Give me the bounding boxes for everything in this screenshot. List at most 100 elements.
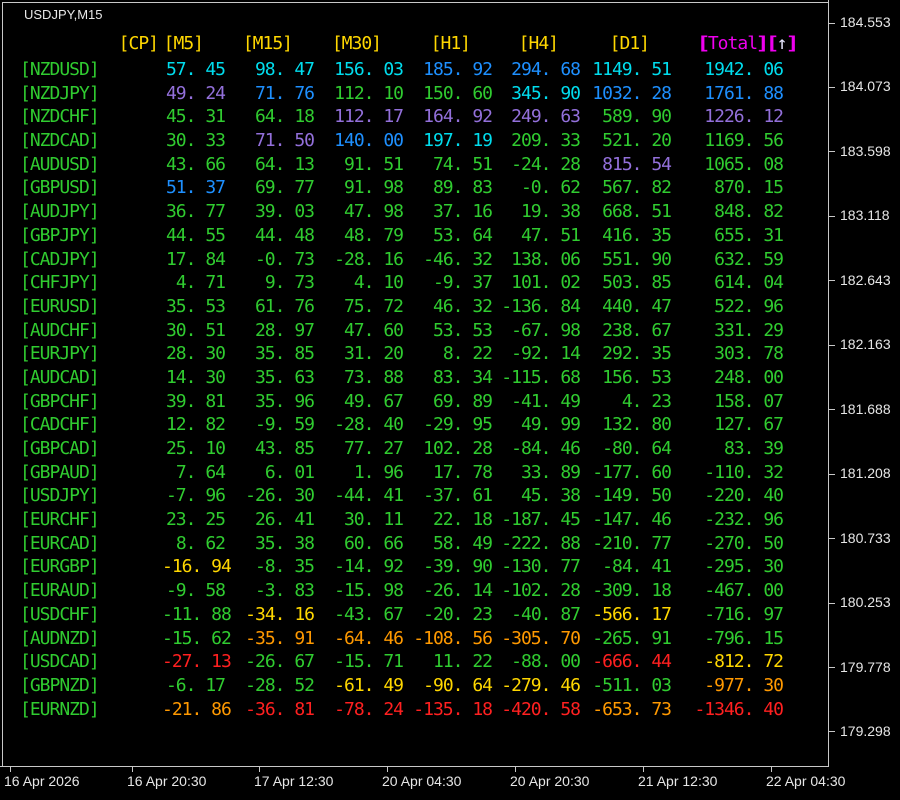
price-axis-tick [828,538,835,540]
value-cell: -78. 24 [334,698,404,720]
value-cell: -43. 67 [334,603,404,625]
column-header-total-sort[interactable]: [Total][↑] [671,30,799,58]
value-cell: 132. 80 [602,414,672,436]
table-row: [EURNZD] -21. 86 -36. 81 -78. 24 -135. 18 -42… [0,698,790,722]
table-row: [EURAUD] -9. 58 -3. 83 -15. 98 -26. 14 -102. … [0,579,790,603]
table-row: [NZDCAD] 30. 33 71. 50 140. 00 197. 19 209. 3… [0,129,790,153]
value-cell: -0. 62 [520,177,581,199]
price-axis-tick [828,344,835,346]
value-cell: 71. 50 [254,130,315,152]
value-cell: 31. 20 [343,343,404,365]
value-cell: -21. 86 [162,698,232,720]
value-cell: -265. 91 [592,627,672,649]
price-axis-tick [828,22,835,24]
value-cell: 158. 07 [714,390,784,412]
value-cell: -9. 58 [165,580,226,602]
value-cell: 53. 53 [432,319,493,341]
value-cell: -15. 62 [162,627,232,649]
value-cell: 57. 45 [165,59,226,80]
price-axis[interactable] [828,0,900,766]
value-cell: -420. 58 [501,698,581,720]
table-row: [CHFJPY] 4. 71 9. 73 4. 10 -9. 37 101. 02 503.… [0,271,790,295]
value-cell: -149. 50 [592,485,672,507]
price-label: 181.688 [840,400,891,417]
value-cell: 345. 90 [511,82,581,104]
bracket-icon: ] [784,33,800,54]
value-cell: -187. 45 [501,509,581,531]
chart-area[interactable]: [CP] [M5] [M15] [M30] [H1] [H4] [D1] [Total][↑]… [0,0,828,766]
value-cell: -6. 17 [165,674,226,696]
time-label: 16 Apr 2026 [4,773,80,789]
value-cell: 39. 81 [165,390,226,412]
value-cell: -11. 88 [162,603,232,625]
table-row: [GBPJPY] 44. 55 44. 48 48. 79 53. 64 47. 51 41… [0,224,790,248]
table-row: [GBPNZD] -6. 17 -28. 52 -61. 49 -90. 64 -279.… [0,674,790,698]
value-cell: -566. 17 [592,603,672,625]
pair-label: [AUDUSD] [20,153,100,175]
pair-label: [GBPUSD] [20,177,100,199]
value-cell: -61. 49 [334,674,404,696]
pair-label: [CADCHF] [20,414,100,436]
price-axis-tick [828,731,835,733]
value-cell: -0. 73 [254,248,315,270]
value-cell: 39. 03 [254,201,315,223]
column-header-m5: [M5] [163,33,204,54]
time-label: 22 Apr 04:30 [766,773,846,789]
table-row: [EURUSD] 35. 53 61. 76 75. 72 46. 32 -136. 84… [0,295,790,319]
value-cell: -16. 94 [162,556,232,578]
value-cell: 12. 82 [165,414,226,436]
value-cell: 1226. 12 [704,106,784,128]
value-cell: -222. 88 [501,532,581,554]
value-cell: 43. 66 [165,153,226,175]
value-cell: 22. 18 [432,509,493,531]
value-cell: -9. 59 [254,414,315,436]
value-cell: 127. 67 [714,414,784,436]
table-row: [NZDCHF] 45. 31 64. 18 112. 17 164. 92 249. 6… [0,105,790,129]
value-cell: -26. 30 [245,485,315,507]
price-label: 179.778 [840,658,891,675]
value-cell: -27. 13 [162,651,232,673]
value-cell: 69. 89 [432,390,493,412]
value-cell: 83. 39 [723,438,784,459]
pair-label: [GBPNZD] [20,674,100,696]
value-cell: 33. 89 [520,461,581,483]
table-row: [NZDUSD] 57. 45 98. 47 156. 03 185. 92 294. 6… [0,58,790,82]
value-cell: 140. 00 [334,130,404,152]
table-row: [USDCHF] -11. 88 -34. 16 -43. 67 -20. 23 -40.… [0,603,790,627]
value-cell: -115. 68 [501,366,581,388]
value-cell: 249. 63 [511,106,581,128]
pair-label: [AUDNZD] [20,627,100,649]
value-cell: 45. 31 [165,106,226,128]
value-cell: 1942. 06 [704,59,784,80]
value-cell: 8. 62 [175,532,226,554]
pair-label: [CHFJPY] [20,272,100,294]
value-cell: 58. 49 [432,532,493,554]
price-axis-tick [828,473,835,475]
value-cell: 4. 71 [175,272,226,294]
value-cell: -666. 44 [592,651,672,673]
value-cell: 43. 85 [254,438,315,459]
value-cell: 98. 47 [254,59,315,80]
time-label: 21 Apr 12:30 [638,773,718,789]
price-label: 183.598 [840,142,891,159]
column-header-m15: [M15] [242,33,293,54]
value-cell: -84. 41 [602,556,672,578]
value-cell: -15. 98 [334,580,404,602]
table-row: [AUDCHF] 30. 51 28. 97 47. 60 53. 53 -67. 98 2… [0,319,790,343]
value-cell: -67. 98 [511,319,581,341]
value-cell: -3. 83 [254,580,315,602]
value-cell: 870. 15 [714,177,784,199]
value-cell: -88. 00 [511,651,581,673]
value-cell: -14. 92 [334,556,404,578]
value-cell: -39. 90 [423,556,493,578]
value-cell: 1761. 88 [704,82,784,104]
value-cell: 138. 06 [511,248,581,270]
value-cell: 102. 28 [423,438,493,459]
price-axis-tick [828,215,835,217]
value-cell: 668. 51 [602,201,672,223]
value-cell: -279. 46 [501,674,581,696]
pair-label: [EURUSD] [20,295,100,317]
value-cell: 73. 88 [343,366,404,388]
value-cell: -92. 14 [511,343,581,365]
value-cell: 7. 64 [175,461,226,483]
